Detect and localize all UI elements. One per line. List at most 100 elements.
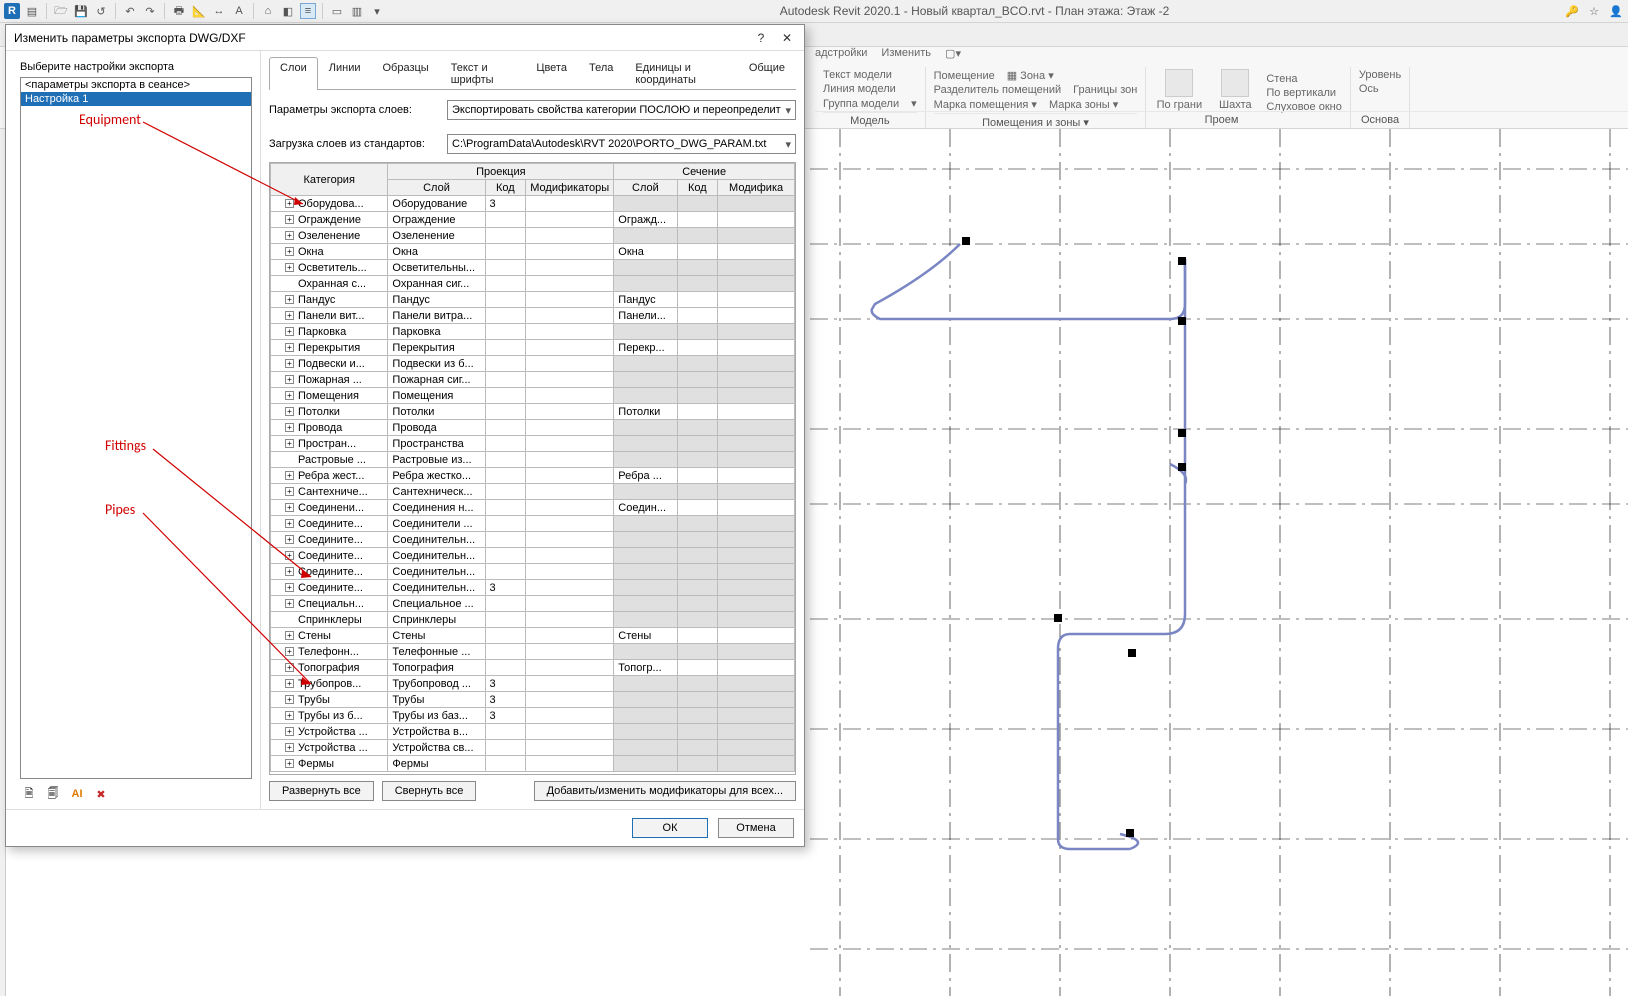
- table-row[interactable]: +Подвески и...Подвески из б...: [271, 356, 795, 372]
- expand-icon[interactable]: +: [285, 391, 294, 400]
- table-row[interactable]: +ТопографияТопографияТопогр...: [271, 660, 795, 676]
- setup-listbox[interactable]: <параметры экспорта в сеансе> Настройка …: [20, 77, 252, 779]
- expand-icon[interactable]: +: [285, 631, 294, 640]
- shaft-btn[interactable]: Шахта: [1210, 69, 1260, 111]
- tab-layers[interactable]: Слои: [269, 57, 318, 90]
- table-row[interactable]: +Трубы из б...Трубы из баз...3: [271, 708, 795, 724]
- expand-icon[interactable]: +: [285, 535, 294, 544]
- table-row[interactable]: +ОграждениеОграждениеОгражд...: [271, 212, 795, 228]
- expand-all-button[interactable]: Развернуть все: [269, 781, 374, 801]
- table-row[interactable]: +Осветитель...Осветительны...: [271, 260, 795, 276]
- list-item[interactable]: <параметры экспорта в сеансе>: [21, 78, 251, 92]
- sync-icon[interactable]: ↺: [93, 3, 109, 19]
- print-icon[interactable]: 🖶: [171, 3, 187, 19]
- table-row[interactable]: +Специальн...Специальное ...: [271, 596, 795, 612]
- table-row[interactable]: +Сантехниче...Сантехническ...: [271, 484, 795, 500]
- by-face-btn[interactable]: По грани: [1154, 69, 1204, 111]
- room-sep-btn[interactable]: Разделитель помещений: [934, 84, 1062, 96]
- edit-modifiers-button[interactable]: Добавить/изменить модификаторы для всех.…: [534, 781, 796, 801]
- expand-icon[interactable]: +: [285, 647, 294, 656]
- table-row[interactable]: Растровые ...Растровые из...: [271, 452, 795, 468]
- table-row[interactable]: +Телефонн...Телефонные ...: [271, 644, 795, 660]
- collapse-all-button[interactable]: Свернуть все: [382, 781, 477, 801]
- ok-button[interactable]: ОК: [632, 818, 708, 838]
- table-row[interactable]: +Простран...Пространства: [271, 436, 795, 452]
- close-icon[interactable]: ✕: [774, 27, 800, 49]
- model-group[interactable]: Группа модели: [823, 98, 899, 110]
- expand-icon[interactable]: +: [285, 375, 294, 384]
- expand-icon[interactable]: +: [285, 727, 294, 736]
- expand-icon[interactable]: +: [285, 599, 294, 608]
- duplicate-setup-icon[interactable]: 🗐: [44, 785, 62, 803]
- expand-icon[interactable]: +: [285, 679, 294, 688]
- tab-patterns[interactable]: Образцы: [371, 57, 439, 90]
- keynote-icon[interactable]: 🔑: [1564, 3, 1580, 19]
- table-row[interactable]: +ПотолкиПотолкиПотолки: [271, 404, 795, 420]
- standards-combo[interactable]: C:\ProgramData\Autodesk\RVT 2020\PORTO_D…: [447, 134, 796, 154]
- expand-icon[interactable]: +: [285, 583, 294, 592]
- cancel-button[interactable]: Отмена: [718, 818, 794, 838]
- tab-text[interactable]: Текст и шрифты: [440, 57, 526, 90]
- share-icon[interactable]: ☆: [1586, 3, 1602, 19]
- rename-setup-icon[interactable]: AI: [68, 785, 86, 803]
- expand-icon[interactable]: +: [285, 407, 294, 416]
- expand-icon[interactable]: +: [285, 743, 294, 752]
- expand-icon[interactable]: +: [285, 695, 294, 704]
- open-icon[interactable]: 🗁: [53, 3, 69, 19]
- expand-icon[interactable]: +: [285, 215, 294, 224]
- table-row[interactable]: +Ребра жест...Ребра жестко...Ребра ...: [271, 468, 795, 484]
- table-row[interactable]: +Соедините...Соединители ...: [271, 516, 795, 532]
- customize-icon[interactable]: ▾: [369, 3, 385, 19]
- expand-icon[interactable]: +: [285, 471, 294, 480]
- expand-icon[interactable]: +: [285, 487, 294, 496]
- table-row[interactable]: +Устройства ...Устройства св...: [271, 740, 795, 756]
- table-row[interactable]: +Соедините...Соединительн...: [271, 548, 795, 564]
- model-line[interactable]: Линия модели: [823, 83, 896, 95]
- table-row[interactable]: СпринклерыСпринклеры: [271, 612, 795, 628]
- expand-icon[interactable]: +: [285, 343, 294, 352]
- table-row[interactable]: +Пожарная ...Пожарная сиг...: [271, 372, 795, 388]
- new-setup-icon[interactable]: 🗎: [20, 785, 38, 803]
- expand-icon[interactable]: +: [285, 519, 294, 528]
- expand-icon[interactable]: +: [285, 503, 294, 512]
- text-icon[interactable]: A: [231, 3, 247, 19]
- expand-icon[interactable]: +: [285, 663, 294, 672]
- expand-icon[interactable]: +: [285, 759, 294, 768]
- expand-icon[interactable]: +: [285, 247, 294, 256]
- zone-border-btn[interactable]: Границы зон: [1073, 84, 1137, 96]
- expand-icon[interactable]: +: [285, 199, 294, 208]
- table-row[interactable]: +Устройства ...Устройства в...: [271, 724, 795, 740]
- zone-btn[interactable]: ▦ Зона ▾: [1007, 69, 1054, 82]
- table-row[interactable]: +Трубопров...Трубопровод ...3: [271, 676, 795, 692]
- vertical-open-btn[interactable]: По вертикали: [1266, 87, 1336, 99]
- undo-icon[interactable]: ↶: [122, 3, 138, 19]
- expand-icon[interactable]: +: [285, 311, 294, 320]
- expand-icon[interactable]: +: [285, 423, 294, 432]
- home-icon[interactable]: ▤: [24, 3, 40, 19]
- table-row[interactable]: +ПарковкаПарковка: [271, 324, 795, 340]
- user-icon[interactable]: 👤: [1608, 3, 1624, 19]
- table-row[interactable]: +Панели вит...Панели витра...Панели...: [271, 308, 795, 324]
- section-icon[interactable]: ◧: [280, 3, 296, 19]
- table-row[interactable]: +ПомещенияПомещения: [271, 388, 795, 404]
- zone-tag-btn[interactable]: Марка зоны ▾: [1049, 98, 1118, 111]
- table-row[interactable]: +Оборудова...Оборудование3: [271, 196, 795, 212]
- expand-icon[interactable]: +: [285, 263, 294, 272]
- table-row[interactable]: +Соедините...Соединительн...3: [271, 580, 795, 596]
- grid-btn[interactable]: Ось: [1359, 83, 1379, 95]
- switch-windows-icon[interactable]: ▥: [349, 3, 365, 19]
- expand-icon[interactable]: +: [285, 359, 294, 368]
- table-row[interactable]: +СтеныСтеныСтены: [271, 628, 795, 644]
- table-row[interactable]: +Соедините...Соединительн...: [271, 532, 795, 548]
- tab-lines[interactable]: Линии: [318, 57, 372, 90]
- wall-open-btn[interactable]: Стена: [1266, 73, 1297, 85]
- table-row[interactable]: +ТрубыТрубы3: [271, 692, 795, 708]
- layers-grid[interactable]: Категория Проекция Сечение Слой Код Моди…: [269, 162, 796, 775]
- delete-setup-icon[interactable]: ✖: [92, 785, 110, 803]
- tab-general[interactable]: Общие: [738, 57, 796, 90]
- measure-icon[interactable]: 📐: [191, 3, 207, 19]
- table-row[interactable]: +Соединени...Соединения н...Соедин...: [271, 500, 795, 516]
- thin-lines-icon[interactable]: ≡: [300, 3, 316, 19]
- expand-icon[interactable]: +: [285, 231, 294, 240]
- table-row[interactable]: +ОзеленениеОзеленение: [271, 228, 795, 244]
